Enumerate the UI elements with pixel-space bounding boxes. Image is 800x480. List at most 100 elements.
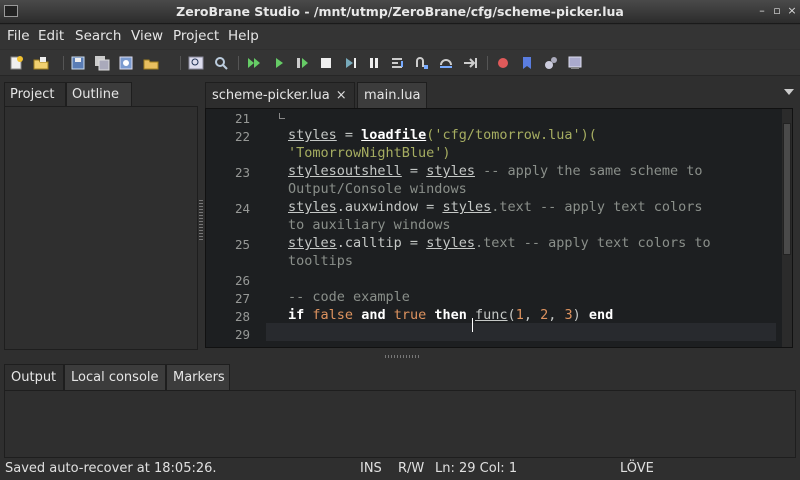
keyword: if	[288, 307, 305, 323]
line-number: 29	[234, 327, 250, 342]
code-token: false	[312, 307, 354, 323]
bottom-splitter[interactable]	[385, 355, 419, 358]
code-comment: -- apply the same scheme to	[474, 163, 703, 179]
break-icon[interactable]	[366, 55, 382, 71]
code-editor[interactable]: 21 22 styles = loadfile('cfg/tomorrow.lu…	[205, 108, 793, 348]
code-token: styles	[442, 199, 492, 215]
replace-icon[interactable]	[213, 55, 229, 71]
save-all-icon[interactable]	[94, 55, 110, 71]
code-token: 1	[515, 307, 524, 323]
status-bar: Saved auto-recover at 18:05:26. INS R/W …	[0, 459, 800, 480]
project-folder-icon[interactable]	[143, 55, 159, 71]
code-token: ,	[523, 307, 541, 323]
fold-marker-icon[interactable]	[279, 113, 285, 119]
code-token: 3	[564, 307, 573, 323]
code-token: .auxwindow =	[336, 199, 443, 215]
code-token: =	[401, 163, 427, 179]
code-token: stylesoutshell	[288, 163, 402, 179]
tab-outline[interactable]: Outline	[66, 82, 132, 106]
tab-label: main.lua	[364, 88, 421, 103]
line-number: 25	[234, 237, 250, 252]
tab-main-lua[interactable]: main.lua	[357, 82, 427, 108]
menu-edit[interactable]: Edit	[38, 28, 64, 44]
maximize-button[interactable]: ▫	[770, 4, 784, 18]
window-title: ZeroBrane Studio - /mnt/utmp/ZeroBrane/c…	[176, 4, 624, 19]
settings-icon[interactable]	[543, 55, 559, 71]
minimize-button[interactable]: –	[755, 4, 769, 18]
line-number: 28	[234, 309, 250, 324]
code-token: styles	[288, 235, 337, 251]
menu-project[interactable]: Project	[173, 28, 219, 44]
tab-scheme-picker[interactable]: scheme-picker.lua ×	[205, 82, 355, 108]
code-token: ,	[548, 307, 565, 323]
title-bar: ZeroBrane Studio - /mnt/utmp/ZeroBrane/c…	[0, 0, 800, 24]
code-token: styles	[288, 199, 337, 215]
code-line: styles.calltip = styles.text -- apply te…	[288, 235, 711, 251]
tab-output[interactable]: Output	[4, 364, 64, 390]
code-token: =	[336, 127, 362, 143]
output-pane[interactable]	[4, 390, 796, 458]
scrollbar-thumb[interactable]	[783, 123, 791, 255]
line-number: 21	[234, 111, 250, 126]
code-comment: .text -- apply text colors	[491, 199, 703, 215]
toolbar-separator	[238, 56, 239, 70]
new-file-icon[interactable]	[8, 55, 24, 71]
panel-splitter[interactable]	[199, 200, 203, 240]
project-directory-icon[interactable]	[118, 55, 134, 71]
tab-project[interactable]: Project	[4, 82, 66, 106]
run-to-cursor-icon[interactable]	[462, 55, 478, 71]
code-line-wrap: Output/Console windows	[288, 181, 467, 197]
monitor-icon[interactable]	[567, 55, 583, 71]
open-file-icon[interactable]	[33, 55, 49, 71]
run-icon[interactable]	[246, 55, 262, 71]
code-line: stylesoutshell = styles -- apply the sam…	[288, 163, 703, 179]
line-number: 22	[234, 129, 250, 144]
code-token: loadfile	[361, 127, 427, 143]
line-number: 24	[234, 201, 250, 216]
mouse-cursor-icon	[472, 318, 478, 332]
code-line-wrap: tooltips	[288, 253, 354, 269]
close-tab-icon[interactable]: ×	[336, 88, 347, 103]
step-over-icon[interactable]	[414, 55, 430, 71]
continue-icon[interactable]	[343, 55, 359, 71]
code-token: styles	[288, 127, 337, 143]
code-line: styles.auxwindow = styles.text -- apply …	[288, 199, 703, 215]
bookmark-icon[interactable]	[519, 55, 535, 71]
menu-bar: File Edit Search View Project Help	[0, 25, 800, 49]
keyword: and	[361, 307, 386, 323]
start-debug-icon[interactable]	[271, 55, 287, 71]
code-token: 2	[540, 307, 549, 323]
tab-markers[interactable]: Markers	[166, 364, 230, 390]
line-number: 23	[234, 165, 250, 180]
find-icon[interactable]	[188, 55, 204, 71]
menu-search[interactable]: Search	[75, 28, 121, 44]
status-message: Saved auto-recover at 18:05:26.	[5, 461, 217, 476]
code-comment: .text -- apply text colors to	[474, 235, 711, 251]
toolbar	[0, 50, 800, 76]
menu-help[interactable]: Help	[228, 28, 259, 44]
step-into-icon[interactable]	[390, 55, 406, 71]
toolbar-separator	[180, 56, 181, 70]
code-token: )	[572, 307, 581, 323]
editor-scrollbar[interactable]	[782, 109, 792, 347]
save-icon[interactable]	[70, 55, 86, 71]
code-line: styles = loadfile('cfg/tomorrow.lua')(	[288, 127, 597, 143]
project-tree[interactable]	[4, 106, 198, 350]
tab-local-console[interactable]: Local console	[64, 364, 166, 390]
current-line-highlight	[266, 323, 776, 341]
code-comment: -- code example	[288, 289, 410, 305]
step-out-icon[interactable]	[438, 55, 454, 71]
menu-file[interactable]: File	[7, 28, 30, 44]
toggle-breakpoint-icon[interactable]	[495, 55, 511, 71]
tab-list-dropdown-icon[interactable]	[784, 88, 794, 96]
code-token: styles	[426, 235, 475, 251]
compile-icon[interactable]	[295, 55, 311, 71]
code-token: ('cfg/tomorrow.lua')(	[426, 127, 597, 143]
keyword: then	[434, 307, 467, 323]
code-line-wrap: to auxiliary windows	[288, 217, 451, 233]
menu-view[interactable]: View	[131, 28, 163, 44]
editor-area: scheme-picker.lua × main.lua 21 22 styles…	[205, 80, 800, 352]
status-cursor-position: Ln: 29 Col: 1	[435, 461, 518, 476]
close-window-button[interactable]: ×	[785, 4, 799, 18]
stop-icon[interactable]	[318, 55, 334, 71]
